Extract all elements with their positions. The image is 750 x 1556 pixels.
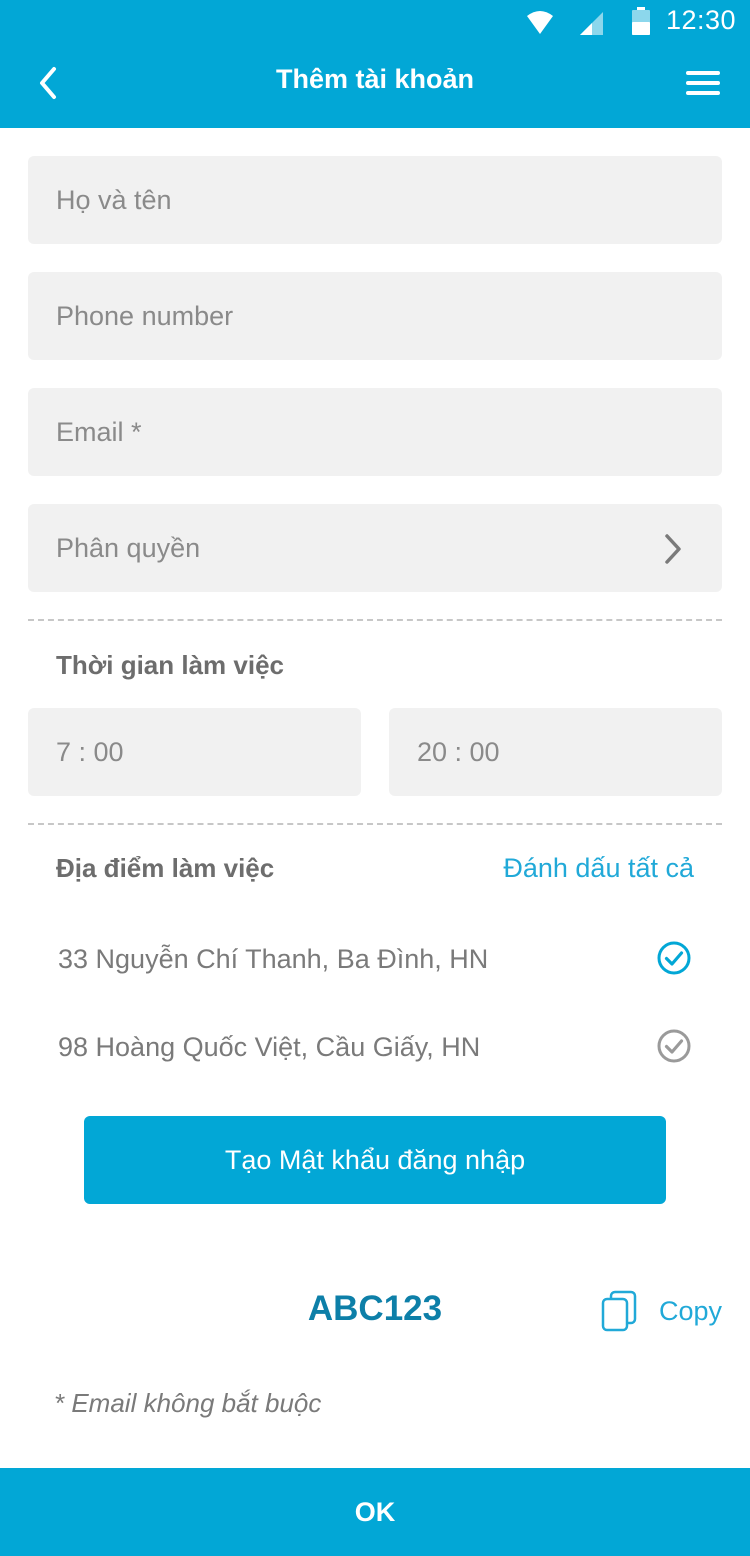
wifi-icon xyxy=(527,11,553,34)
location-item[interactable]: 98 Hoàng Quốc Việt, Cầu Giấy, HN xyxy=(0,1018,750,1078)
full-name-field[interactable]: Họ và tên xyxy=(28,156,722,244)
check-circle-icon[interactable] xyxy=(656,940,692,976)
check-circle-icon[interactable] xyxy=(656,1028,692,1064)
battery-icon xyxy=(632,7,650,35)
status-time: 12:30 xyxy=(666,5,737,35)
role-placeholder: Phân quyền xyxy=(56,532,201,563)
hamburger-menu-icon[interactable] xyxy=(684,66,722,100)
app-bar: 12:30 Thêm tài khoản xyxy=(0,0,750,128)
divider xyxy=(28,619,722,621)
status-bar: 12:30 xyxy=(0,0,750,44)
email-optional-note: * Email không bắt buộc xyxy=(54,1388,322,1418)
full-name-placeholder: Họ và tên xyxy=(56,184,172,215)
generated-password: ABC123 xyxy=(307,1289,443,1328)
copy-button[interactable]: Copy xyxy=(659,1296,722,1327)
location-address: 98 Hoàng Quốc Việt, Cầu Giấy, HN xyxy=(58,1032,481,1062)
location-item[interactable]: 33 Nguyễn Chí Thanh, Ba Đình, HN xyxy=(0,930,750,990)
start-time-value: 7 : 00 xyxy=(56,736,124,767)
working-location-label: Địa điểm làm việc xyxy=(56,853,275,883)
email-field[interactable]: Email * xyxy=(28,388,722,476)
page-title: Thêm tài khoản xyxy=(275,64,475,94)
role-selector[interactable]: Phân quyền xyxy=(28,504,722,592)
copy-icon[interactable] xyxy=(601,1290,637,1332)
ok-button[interactable]: OK xyxy=(0,1468,750,1556)
divider xyxy=(28,823,722,825)
location-address: 33 Nguyễn Chí Thanh, Ba Đình, HN xyxy=(58,944,489,974)
phone-field[interactable]: Phone number xyxy=(28,272,722,360)
mark-all-link[interactable]: Đánh dấu tất cả xyxy=(503,853,694,884)
cell-signal-icon xyxy=(580,12,603,35)
phone-placeholder: Phone number xyxy=(56,300,234,331)
end-time-value: 20 : 00 xyxy=(417,736,500,767)
start-time-field[interactable]: 7 : 00 xyxy=(28,708,361,796)
end-time-field[interactable]: 20 : 00 xyxy=(389,708,722,796)
create-password-button[interactable]: Tạo Mật khẩu đăng nhập xyxy=(84,1116,666,1204)
chevron-right-icon xyxy=(665,534,681,564)
email-placeholder: Email * xyxy=(56,416,142,447)
working-time-label: Thời gian làm việc xyxy=(56,650,284,680)
